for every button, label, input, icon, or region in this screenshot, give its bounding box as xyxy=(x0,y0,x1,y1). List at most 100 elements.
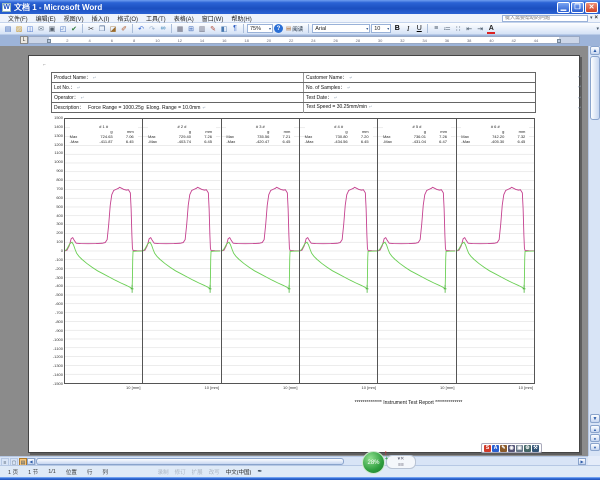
reading-layout-button[interactable]: ▤阅读 xyxy=(284,24,305,34)
table-row[interactable]: Description： Force Range = 1000.25g Elon… xyxy=(52,103,535,113)
tables-and-borders-icon[interactable]: ▦ xyxy=(175,24,185,34)
scroll-down-icon[interactable]: ▼ xyxy=(590,414,600,423)
show-hide-marks-icon[interactable]: ¶ xyxy=(230,24,240,34)
copy-icon[interactable]: ❐ xyxy=(97,24,107,34)
open-icon[interactable]: ▨ xyxy=(14,24,24,34)
assistant-ball[interactable]: 28% xyxy=(362,451,385,474)
drawing-icon[interactable]: ✎ xyxy=(208,24,218,34)
bold-button[interactable]: B xyxy=(392,24,402,34)
table-cell-right[interactable]: Customer Name：↵ xyxy=(304,73,535,82)
menu-view[interactable]: 视图(V) xyxy=(60,17,88,23)
indent-marker-left[interactable] xyxy=(47,39,51,43)
bullets-icon[interactable]: ∷ xyxy=(453,24,463,34)
zoom-combobox[interactable]: 75%▾ xyxy=(247,24,273,33)
menubar-close-icon[interactable]: × xyxy=(594,15,598,21)
email-icon[interactable]: ✉ xyxy=(36,24,46,34)
document-page[interactable]: ⌐ Product Name：↵Customer Name：↵Lot No.：↵… xyxy=(28,55,580,453)
menu-format[interactable]: 格式(O) xyxy=(113,17,142,23)
columns-icon[interactable]: ▥ xyxy=(197,24,207,34)
italic-button[interactable]: I xyxy=(403,24,413,34)
capture-icon[interactable]: ◉ xyxy=(508,445,515,452)
settings-tool-icon[interactable]: ⚙ xyxy=(524,445,531,452)
horizontal-ruler[interactable]: 2468101214161820222426283032343638404244 xyxy=(28,36,580,44)
min-force-value: -411.87 xyxy=(87,139,115,144)
menu-window[interactable]: 窗口(W) xyxy=(198,17,228,23)
menu-table[interactable]: 表格(A) xyxy=(170,17,198,23)
status-toggle-改写[interactable]: 改写 xyxy=(209,468,220,476)
table-cell-left[interactable]: Description： Force Range = 1000.25g Elon… xyxy=(52,103,304,113)
snagit-icon[interactable]: S xyxy=(484,445,491,452)
ime-pill[interactable]: ▾✕ ≡≡ xyxy=(386,455,416,469)
print-preview-icon[interactable]: ◰ xyxy=(58,24,68,34)
paste-icon[interactable]: ◪ xyxy=(108,24,118,34)
previous-page-button[interactable]: ▲ xyxy=(590,425,600,433)
status-toggle-录制[interactable]: 录制 xyxy=(158,468,169,476)
status-toggle-扩展[interactable]: 扩展 xyxy=(192,468,203,476)
restore-button[interactable]: ❐ xyxy=(571,2,584,13)
cut-icon[interactable]: ✂ xyxy=(86,24,96,34)
menu-tools[interactable]: 工具(T) xyxy=(142,17,170,23)
print-icon[interactable]: ▣ xyxy=(47,24,57,34)
chevron-down-icon[interactable]: ▾ xyxy=(590,15,593,21)
numbering-icon[interactable]: ≔ xyxy=(442,24,452,34)
table-cell-right[interactable]: Test Speed = 30.25mm/min↵ xyxy=(304,103,535,113)
row-end-mark: ↵ xyxy=(578,105,581,110)
pen-tool-icon[interactable]: ✎ xyxy=(500,445,507,452)
save-icon[interactable]: ◫ xyxy=(25,24,35,34)
table-row[interactable]: Lot No.：↵No. of Samples：↵ xyxy=(52,83,535,93)
menu-file[interactable]: 文件(F) xyxy=(4,17,32,23)
table-cell-left[interactable]: Operator：↵ xyxy=(52,93,304,102)
tab-selector[interactable]: L xyxy=(20,36,28,44)
new-document-icon[interactable]: ▤ xyxy=(3,24,13,34)
help-icon[interactable]: ? xyxy=(274,24,283,33)
font-name-combobox[interactable]: Arial▾ xyxy=(312,24,370,33)
menu-insert[interactable]: 插入(I) xyxy=(88,17,114,23)
chevron-down-icon[interactable]: ▾ xyxy=(366,26,368,31)
underline-button[interactable]: U xyxy=(414,24,424,34)
insert-table-icon[interactable]: ⊞ xyxy=(186,24,196,34)
window-tool-icon[interactable]: ▣ xyxy=(516,445,523,452)
legend-min-row: -Max-405.306.45 xyxy=(461,139,529,144)
next-page-button[interactable]: ▼ xyxy=(590,443,600,451)
hyperlink-icon[interactable]: ∞ xyxy=(158,24,168,34)
line-spacing-icon[interactable]: ≡ xyxy=(431,24,441,34)
annotate-icon[interactable]: A xyxy=(492,445,499,452)
header-table[interactable]: Product Name：↵Customer Name：↵Lot No.：↵No… xyxy=(51,72,536,113)
undo-icon[interactable]: ↶ xyxy=(136,24,146,34)
select-browse-object-button[interactable]: ● xyxy=(590,434,600,442)
table-row[interactable]: Product Name：↵Customer Name：↵ xyxy=(52,73,535,83)
format-painter-icon[interactable]: ✐ xyxy=(119,24,129,34)
scroll-left-icon[interactable]: ◀ xyxy=(27,458,35,465)
font-size-combobox[interactable]: 10▾ xyxy=(371,24,391,33)
document-map-icon[interactable]: ◧ xyxy=(219,24,229,34)
increase-indent-icon[interactable]: ⇥ xyxy=(475,24,485,34)
scroll-right-icon[interactable]: ▶ xyxy=(578,458,586,465)
title-bar[interactable]: W 文档 1 - Microsoft Word ▁ ❐ ✕ xyxy=(0,0,600,14)
wrench-tool-icon[interactable]: ⚒ xyxy=(532,445,539,452)
close-button[interactable]: ✕ xyxy=(585,2,598,13)
table-cell-left[interactable]: Product Name：↵ xyxy=(52,73,304,82)
chevron-down-icon[interactable]: ▾ xyxy=(387,26,389,31)
decrease-indent-icon[interactable]: ⇤ xyxy=(464,24,474,34)
floating-utility-toolbar[interactable]: SA✎◉▣⚙⚒ xyxy=(481,443,542,453)
table-row[interactable]: Operator：↵Test Date：↵ xyxy=(52,93,535,103)
font-color-button[interactable]: A xyxy=(486,24,496,34)
table-cell-left[interactable]: Lot No.：↵ xyxy=(52,83,304,92)
spelling-icon[interactable]: ✔ xyxy=(69,24,79,34)
menu-help[interactable]: 帮助(H) xyxy=(227,17,255,23)
minimize-button[interactable]: ▁ xyxy=(557,2,570,13)
menu-edit[interactable]: 编辑(E) xyxy=(32,17,60,23)
status-toggle-修订[interactable]: 修订 xyxy=(175,468,186,476)
chevron-down-icon[interactable]: ▾ xyxy=(269,26,271,31)
help-question-input[interactable] xyxy=(502,15,588,22)
horizontal-scroll-thumb[interactable] xyxy=(36,458,344,465)
scroll-up-icon[interactable]: ▲ xyxy=(590,46,600,55)
horizontal-scrollbar[interactable]: ≡▢▤☰◫ ◀ ▶ xyxy=(0,456,588,465)
indent-marker-right[interactable] xyxy=(557,39,561,43)
vertical-scrollbar[interactable]: ▲ ▼ ▲ ● ▼ xyxy=(588,46,600,456)
redo-icon[interactable]: ↷ xyxy=(147,24,157,34)
toolbar-options-icon[interactable]: ▾ xyxy=(596,26,599,32)
table-cell-right[interactable]: No. of Samples：↵ xyxy=(304,83,535,92)
vertical-scroll-thumb[interactable] xyxy=(590,56,600,120)
table-cell-right[interactable]: Test Date：↵ xyxy=(304,93,535,102)
